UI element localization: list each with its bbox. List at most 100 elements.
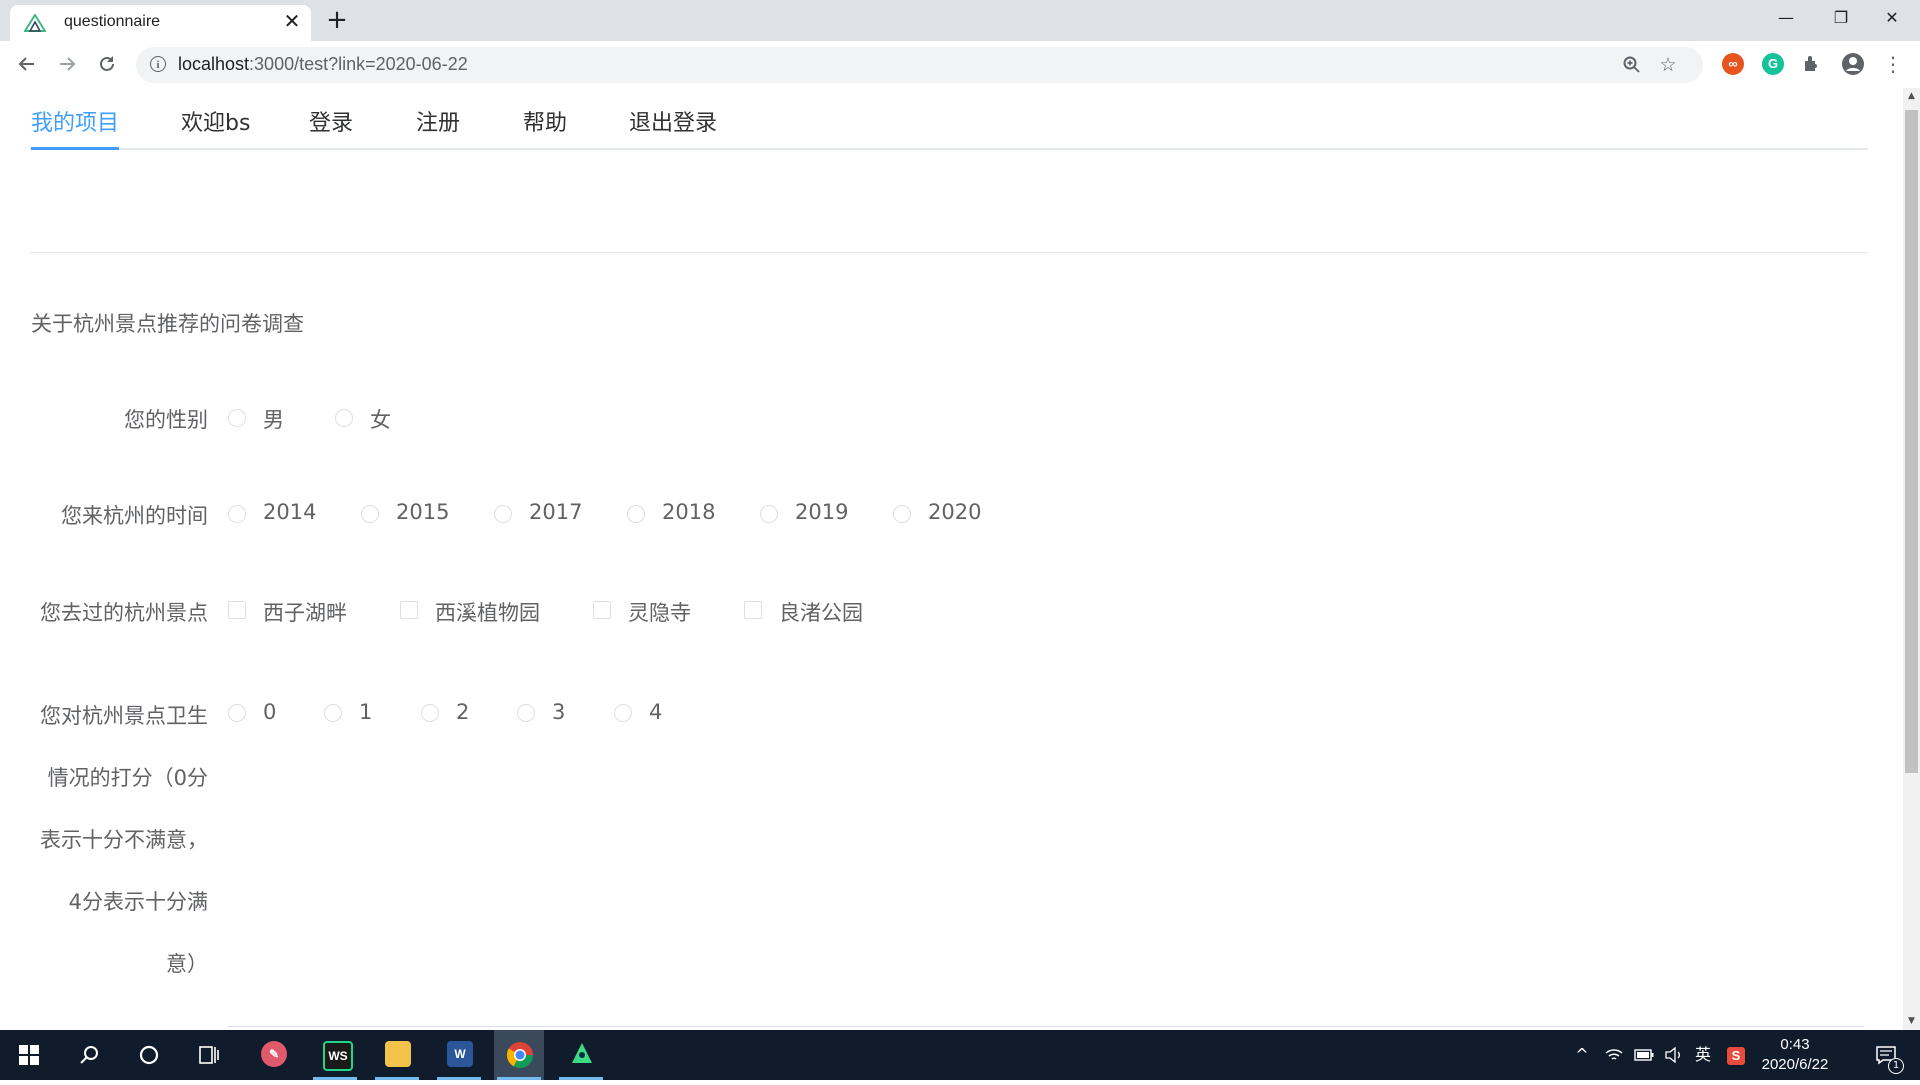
tab-close-icon[interactable]: ✕ (280, 9, 304, 33)
option-label: 西子湖畔 (263, 601, 347, 625)
scroll-down-arrow-icon[interactable]: ▼ (1903, 1013, 1920, 1030)
question-score-label-line5: 意） (166, 952, 208, 976)
nav-item-help[interactable]: 帮助 (523, 105, 567, 149)
option-label: 2 (456, 700, 470, 724)
radio-score-3[interactable] (517, 704, 535, 722)
reload-icon[interactable] (92, 49, 122, 79)
task-view-icon[interactable] (184, 1038, 234, 1072)
scroll-up-arrow-icon[interactable]: ▲ (1903, 88, 1920, 105)
radio-year-2014[interactable] (228, 505, 246, 523)
option-label: 灵隐寺 (628, 601, 691, 625)
option-label: 4 (649, 700, 663, 724)
option-label: 1 (359, 700, 373, 724)
option-label: 2017 (529, 500, 583, 524)
paint-glyph: ✎ (261, 1041, 287, 1067)
question-score-label-line2: 情况的打分（0分 (47, 766, 208, 790)
option-label: 2020 (928, 500, 982, 524)
url-text: localhost:3000/test?link=2020-06-22 (178, 54, 468, 74)
questionnaire-title: 关于杭州景点推荐的问卷调查 (31, 312, 304, 336)
question-score-label-line3: 表示十分不满意， (40, 828, 208, 852)
ime-indicator[interactable]: 英 (1690, 1030, 1716, 1080)
radio-year-2020[interactable] (893, 505, 911, 523)
clock-time: 0:43 (1780, 1036, 1810, 1053)
webstorm-glyph: WS (323, 1041, 353, 1071)
menu-icon[interactable]: ⋮ (1878, 49, 1908, 79)
file-explorer-icon[interactable] (372, 1030, 422, 1080)
restore-button[interactable]: ❐ (1813, 0, 1869, 36)
radio-year-2015[interactable] (361, 505, 379, 523)
radio-score-0[interactable] (228, 704, 246, 722)
network-icon[interactable] (1600, 1030, 1628, 1080)
forward-icon[interactable] (52, 49, 82, 79)
checkbox-place-xixi[interactable] (400, 601, 418, 619)
grammarly-icon[interactable]: G (1762, 53, 1784, 75)
radio-gender-female[interactable] (335, 409, 353, 427)
minimize-button[interactable]: — (1758, 0, 1814, 36)
radio-score-2[interactable] (421, 704, 439, 722)
cortana-icon[interactable] (124, 1038, 174, 1072)
extension-infinity-icon[interactable]: ∞ (1722, 53, 1744, 75)
back-icon[interactable] (12, 49, 42, 79)
paint-icon[interactable]: ✎ (248, 1030, 298, 1080)
option-label: 男 (263, 408, 284, 432)
scrollbar-thumb[interactable] (1905, 110, 1918, 773)
option-label: 0 (263, 700, 277, 724)
browser-tab[interactable]: questionnaire ✕ (10, 5, 311, 41)
zoom-icon[interactable] (1619, 52, 1645, 78)
nav-item-register[interactable]: 注册 (416, 105, 460, 149)
vue-favicon-icon (24, 14, 46, 32)
tab-title: questionnaire (64, 13, 161, 30)
site-info-icon[interactable]: i (150, 56, 166, 72)
question-score-label-line1: 您对杭州景点卫生 (40, 704, 208, 728)
checkbox-place-xizi[interactable] (228, 601, 246, 619)
new-tab-button[interactable]: + (323, 6, 351, 34)
section-divider (30, 252, 1868, 253)
star-icon[interactable]: ☆ (1655, 52, 1681, 78)
action-center-icon[interactable]: 1 (1866, 1030, 1906, 1080)
search-icon[interactable] (64, 1038, 114, 1072)
radio-score-4[interactable] (614, 704, 632, 722)
tray-overflow-icon[interactable]: ^ (1570, 1030, 1594, 1080)
volume-icon[interactable] (1660, 1030, 1688, 1080)
option-label: 西溪植物园 (435, 601, 540, 625)
folder-glyph (385, 1041, 411, 1067)
radio-year-2017[interactable] (494, 505, 512, 523)
radio-year-2018[interactable] (627, 505, 645, 523)
android-studio-glyph (572, 1043, 592, 1063)
chrome-glyph (506, 1042, 534, 1069)
extensions-icon[interactable] (1797, 49, 1827, 79)
word-glyph: W (447, 1041, 473, 1067)
checkbox-place-lingyin[interactable] (593, 601, 611, 619)
nav-item-login[interactable]: 登录 (309, 105, 353, 149)
webstorm-icon[interactable]: WS (310, 1030, 360, 1080)
option-label: 2014 (263, 500, 317, 524)
nav-item-logout[interactable]: 退出登录 (629, 105, 717, 149)
address-bar[interactable]: i localhost:3000/test?link=2020-06-22 ☆ (136, 47, 1703, 83)
nav-item-my-projects[interactable]: 我的项目 (31, 105, 119, 149)
clock-date: 2020/6/22 (1761, 1056, 1829, 1073)
chrome-icon[interactable] (494, 1030, 544, 1080)
option-label: 女 (370, 408, 391, 432)
system-clock[interactable]: 0:43 2020/6/22 (1740, 1035, 1850, 1075)
question-score-label-line4: 4分表示十分满 (68, 890, 208, 914)
radio-year-2019[interactable] (760, 505, 778, 523)
start-icon[interactable] (4, 1038, 54, 1072)
android-icon[interactable] (556, 1030, 606, 1080)
question-time-label: 您来杭州的时间 (61, 504, 208, 528)
radio-gender-male[interactable] (228, 409, 246, 427)
question-places-label: 您去过的杭州景点 (40, 601, 208, 625)
radio-score-1[interactable] (324, 704, 342, 722)
close-window-button[interactable]: ✕ (1864, 0, 1920, 36)
battery-icon[interactable] (1630, 1030, 1658, 1080)
option-label: 良渚公园 (779, 601, 863, 625)
profile-icon[interactable] (1838, 49, 1868, 79)
checkbox-place-liangzhu[interactable] (744, 601, 762, 619)
notification-count-badge: 1 (1888, 1058, 1904, 1074)
windows-taskbar: ✎ WS W ^ 英 S 0:43 2020/6/22 1 (0, 1030, 1920, 1080)
option-label: 2019 (795, 500, 849, 524)
word-icon[interactable]: W (434, 1030, 484, 1080)
nav-item-welcome[interactable]: 欢迎bs (181, 105, 250, 149)
input-border-edge (228, 1026, 1864, 1027)
option-label: 2018 (662, 500, 716, 524)
option-label: 2015 (396, 500, 450, 524)
